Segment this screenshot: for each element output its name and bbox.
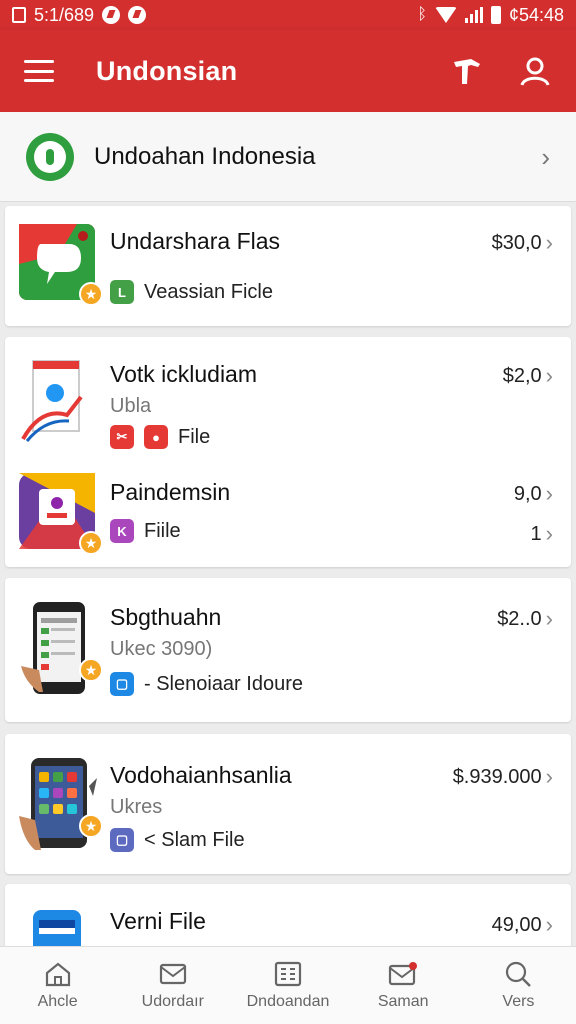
- list-item[interactable]: Votk ickludiam Ubla ✂ ● File $2,0 ›: [5, 337, 571, 455]
- app-thumbnail: ★: [19, 224, 103, 306]
- item-meta: < Slam File: [144, 828, 245, 851]
- nav-label: Vers: [502, 992, 535, 1010]
- chevron-right-icon: ›: [545, 230, 553, 255]
- list-item[interactable]: ★ Undarshara Flas L Veassian Ficle $30,0…: [5, 206, 571, 326]
- notification-icon: [12, 7, 26, 23]
- mail-icon: [158, 961, 188, 987]
- wifi-icon: [434, 7, 457, 23]
- phone-thumbnail: ★: [19, 600, 103, 694]
- signal-icon: [464, 7, 483, 23]
- menu-icon[interactable]: [24, 60, 54, 82]
- nav-label: Saman: [377, 992, 429, 1010]
- item-subtitle: Ukec 3090): [110, 638, 213, 660]
- tool-tag-icon: ✂: [110, 425, 134, 449]
- grid-icon: [273, 961, 303, 987]
- chevron-right-icon: ›: [545, 363, 553, 388]
- nav-item-saman[interactable]: Saman: [346, 947, 461, 1024]
- app-notification-icon-2: [128, 6, 147, 24]
- item-subtitle: Ukres: [110, 796, 163, 818]
- list-item[interactable]: Verni File 49,00 ›: [5, 884, 571, 946]
- item-title: Undarshara Flas: [110, 228, 281, 254]
- app-title: Undonsian: [96, 55, 238, 86]
- file-tag-icon: L: [110, 280, 134, 304]
- item-meta: File: [178, 425, 211, 448]
- mail-alert-icon: [388, 961, 418, 987]
- status-time-right: ¢54:48: [508, 4, 564, 25]
- chevron-right-icon: ›: [545, 481, 553, 506]
- item-meta: Fiile: [144, 519, 181, 542]
- indonesia-logo-icon: [26, 132, 74, 181]
- app-notification-icon: [102, 6, 121, 24]
- item-title: Vodohaianhsanlia: [110, 762, 292, 788]
- nav-label: Ahcle: [37, 992, 78, 1010]
- item-price: $30,0 ›: [491, 230, 553, 255]
- phone-thumbnail: ★: [19, 756, 103, 850]
- battery-icon: [490, 6, 501, 24]
- item-title: Votk ickludiam: [110, 361, 258, 387]
- star-badge-icon: ★: [79, 814, 103, 838]
- list-item[interactable]: ★ Paindemsin K Fiile 9,0 › 1 ›: [5, 455, 571, 567]
- item-price: $.939.000 ›: [452, 764, 553, 789]
- app-thumbnail: ★: [19, 473, 103, 555]
- list-card: ★ Undarshara Flas L Veassian Ficle $30,0…: [5, 206, 571, 326]
- item-meta: - Slenoiaar Idoure: [144, 672, 303, 695]
- chat-tag-icon: ●: [144, 425, 168, 449]
- item-price: 9,0 ›: [513, 481, 553, 506]
- chevron-right-icon: ›: [545, 521, 553, 546]
- star-badge-icon: ★: [79, 658, 103, 682]
- item-subtitle: Ubla: [110, 395, 152, 417]
- bluetooth-icon: ᛒ: [417, 6, 427, 23]
- list-card: Votk ickludiam Ubla ✂ ● File $2,0 › ★ Pai…: [5, 337, 571, 567]
- hammer-icon[interactable]: [450, 54, 484, 88]
- status-time-left: 5:1/689: [34, 4, 95, 25]
- chevron-right-icon: ›: [545, 606, 553, 631]
- chevron-right-icon: ›: [545, 912, 553, 937]
- item-price: 49,00 ›: [491, 912, 553, 937]
- home-icon: [43, 961, 73, 987]
- chevron-right-icon: ›: [545, 764, 553, 789]
- list-item[interactable]: ★ Sbgthuahn Ukec 3090) ▢ - Slenoiaar Ido…: [5, 578, 571, 722]
- nav-item-search[interactable]: Vers: [461, 947, 576, 1024]
- nav-item-home[interactable]: Ahcle: [0, 947, 115, 1024]
- app-bar: Undonsian: [0, 30, 576, 112]
- file-tag-icon: K: [110, 519, 134, 543]
- status-bar: 5:1/689 ᛒ ¢54:48: [0, 0, 576, 30]
- nav-label: Dndoandan: [246, 992, 330, 1010]
- bottom-navigation: Ahcle Udordaır Dndoandan Saman Vers: [0, 946, 576, 1024]
- item-meta: Veassian Ficle: [144, 280, 273, 303]
- banner-title: Undoahan Indonesia: [94, 142, 316, 170]
- featured-banner[interactable]: Undoahan Indonesia ›: [0, 112, 576, 202]
- search-icon: [503, 961, 533, 987]
- nav-item-mail[interactable]: Udordaır: [115, 947, 230, 1024]
- item-price: $2,0 ›: [502, 363, 553, 388]
- item-title: Verni File: [110, 908, 206, 934]
- item-price: $2..0 ›: [497, 606, 553, 631]
- lock-tag-icon: ▢: [110, 672, 134, 696]
- document-thumbnail: [19, 357, 95, 442]
- list-card: Verni File 49,00 ›: [5, 884, 571, 946]
- item-title: Sbgthuahn: [110, 604, 222, 630]
- lock-tag-icon: ▢: [110, 828, 134, 852]
- star-badge-icon: ★: [79, 282, 103, 306]
- list-card: ★ Vodohaianhsanlia Ukres ▢ < Slam File $…: [5, 734, 571, 874]
- list-card: ★ Sbgthuahn Ukec 3090) ▢ - Slenoiaar Ido…: [5, 578, 571, 722]
- star-badge-icon: ★: [79, 531, 103, 555]
- app-thumbnail: [19, 910, 95, 946]
- chevron-right-icon: ›: [541, 141, 550, 172]
- list-item[interactable]: ★ Vodohaianhsanlia Ukres ▢ < Slam File $…: [5, 734, 571, 874]
- item-count: 1 ›: [530, 521, 553, 546]
- nav-label: Udordaır: [141, 992, 204, 1010]
- account-icon[interactable]: [518, 54, 552, 88]
- nav-item-grid[interactable]: Dndoandan: [230, 947, 345, 1024]
- item-title: Paindemsin: [110, 479, 231, 505]
